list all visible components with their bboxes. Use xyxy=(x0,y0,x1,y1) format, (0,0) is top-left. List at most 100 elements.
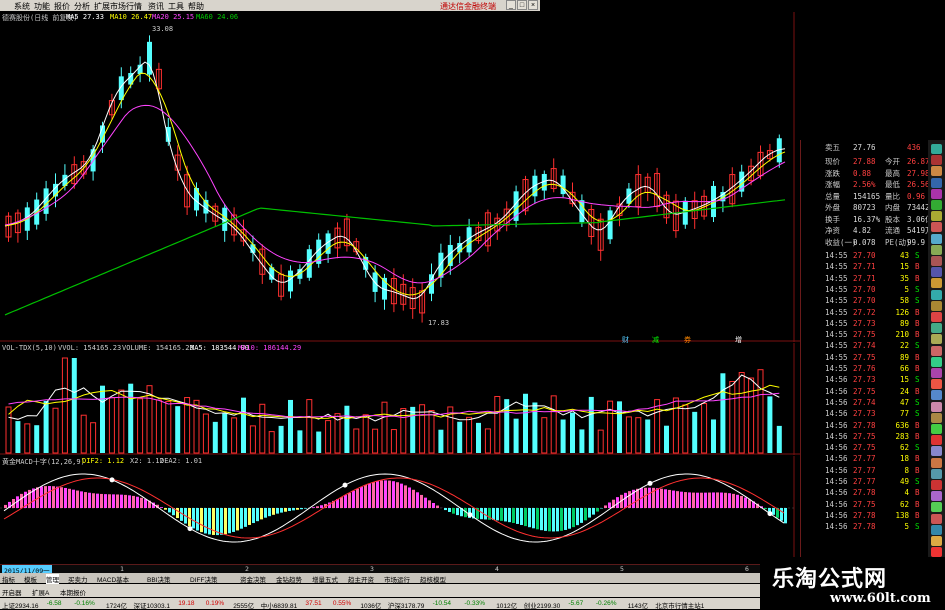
menu-item-extended-market[interactable]: 扩展市场行情 xyxy=(94,1,142,12)
sidebar-shortcut-icon[interactable] xyxy=(931,166,942,176)
indicator-tab[interactable]: 趋核模型 xyxy=(420,574,446,584)
tick-time: 14:56 xyxy=(825,454,848,464)
minimize-button[interactable]: _ xyxy=(506,0,516,10)
sidebar-shortcut-icon[interactable] xyxy=(931,379,942,389)
sidebar-shortcut-icon[interactable] xyxy=(931,547,942,557)
macd-bar-positive xyxy=(416,492,419,508)
sidebar-shortcut-icon[interactable] xyxy=(931,211,942,221)
macd-cross-marker xyxy=(648,481,653,486)
volume-chart-panel[interactable]: VOL-TDX(5,10) VVOL: 154165.23 VOLUME: 15… xyxy=(0,343,800,455)
period-quote-label[interactable]: 本期报价 xyxy=(60,587,86,597)
indicator-tab[interactable]: 趋主开资 xyxy=(348,574,374,584)
sidebar-shortcut-icon[interactable] xyxy=(931,245,942,255)
sidebar-shortcut-icon[interactable] xyxy=(931,290,942,300)
indicator-tab[interactable]: 增量五式 xyxy=(312,574,338,584)
tick-row: 14:5527.72126B xyxy=(801,308,945,318)
sidebar-shortcut-icon[interactable] xyxy=(931,267,942,277)
sidebar-shortcut-icon[interactable] xyxy=(931,323,942,333)
sidebar-shortcut-icon[interactable] xyxy=(931,458,942,468)
indicator-tab[interactable]: DIFF决策 xyxy=(190,574,217,584)
sidebar-shortcut-icon[interactable] xyxy=(931,536,942,546)
candle-down xyxy=(608,210,613,239)
sidebar-shortcut-icon[interactable] xyxy=(931,301,942,311)
candlestick-chart-panel[interactable]: 德赛股份(日线 前复权) MA5 27.33 MA10 26.47 MA20 2… xyxy=(0,12,800,342)
indicator-tab[interactable]: MACD基本 xyxy=(97,574,129,584)
indicator-tab[interactable]: 资金决策 xyxy=(240,574,266,584)
menu-item-analysis[interactable]: 分析 xyxy=(74,1,90,12)
menu-item-system[interactable]: 系统 xyxy=(14,1,30,12)
sidebar-shortcut-icon[interactable] xyxy=(931,491,942,501)
indicator-tab[interactable]: BBI决策 xyxy=(147,574,170,584)
sidebar-shortcut-icon[interactable] xyxy=(931,424,942,434)
extended-a-label[interactable]: 扩展A xyxy=(32,587,49,597)
maximize-button[interactable]: □ xyxy=(517,0,527,10)
quote-label: 净资 xyxy=(825,226,840,236)
menu-item-tools[interactable]: 工具 xyxy=(168,1,184,12)
tick-row: 14:5527.705S xyxy=(801,285,945,295)
tick-price: 27.72 xyxy=(853,308,876,318)
sidebar-shortcut-icon[interactable] xyxy=(931,480,942,490)
sidebar-shortcut-icon[interactable] xyxy=(931,222,942,232)
sidebar-shortcut-icon[interactable] xyxy=(931,200,942,210)
macd-bar-positive xyxy=(360,487,363,508)
indicator-tab[interactable]: 指标 xyxy=(2,574,15,584)
macd-cross-marker xyxy=(110,477,115,482)
tick-time: 14:55 xyxy=(825,308,848,318)
sidebar-shortcut-icon[interactable] xyxy=(931,368,942,378)
indicator-tab[interactable]: 市场运行 xyxy=(384,574,410,584)
menu-item-quote[interactable]: 报价 xyxy=(54,1,70,12)
quote-label: 卖五 xyxy=(825,143,840,153)
macd-bar-positive xyxy=(636,489,639,508)
indicator-tab[interactable]: 模板 xyxy=(24,574,37,584)
sidebar-shortcut-icon[interactable] xyxy=(931,413,942,423)
sidebar-shortcut-icon[interactable] xyxy=(931,357,942,367)
sidebar-shortcut-icon[interactable] xyxy=(931,155,942,165)
date-mark-3: 3 xyxy=(370,565,374,573)
indicator-tab[interactable]: 买卖力 xyxy=(68,574,88,584)
close-button[interactable]: × xyxy=(528,0,538,10)
tick-side: B xyxy=(915,319,920,329)
macd-chart-panel[interactable]: 黄金MACD十字(12,26,9) DIF2: 1.12 X2: 1.12 DE… xyxy=(0,456,800,564)
sidebar-shortcut-icon[interactable] xyxy=(931,446,942,456)
sidebar-shortcut-icon[interactable] xyxy=(931,390,942,400)
sidebar-shortcut-icon[interactable] xyxy=(931,514,942,524)
indicator-tab[interactable]: 金钻趋势 xyxy=(276,574,302,584)
sidebar-shortcut-icon[interactable] xyxy=(931,278,942,288)
sidebar-shortcut-icon[interactable] xyxy=(931,469,942,479)
sidebar-shortcut-icon[interactable] xyxy=(931,234,942,244)
sidebar-shortcut-icon[interactable] xyxy=(931,502,942,512)
sidebar-shortcut-icon[interactable] xyxy=(931,144,942,154)
tick-price: 27.75 xyxy=(853,353,876,363)
opener-label[interactable]: 开启器 xyxy=(2,587,22,597)
macd-bar-positive xyxy=(656,488,659,508)
macd-bar-positive xyxy=(692,493,695,508)
macd-bar-positive xyxy=(348,493,351,508)
menu-item-function[interactable]: 功能 xyxy=(34,1,50,12)
macd-bar-positive xyxy=(400,484,403,508)
sidebar-shortcut-icon[interactable] xyxy=(931,525,942,535)
sidebar-shortcut-icon[interactable] xyxy=(931,189,942,199)
sidebar-shortcut-icon[interactable] xyxy=(931,346,942,356)
macd-bar-negative xyxy=(296,508,299,510)
sidebar-shortcut-icon[interactable] xyxy=(931,435,942,445)
indicator-tab[interactable]: 管理 xyxy=(46,574,59,584)
tick-volume: 8 xyxy=(887,466,909,476)
volume-bar-up xyxy=(636,418,641,453)
sidebar-shortcut-icon[interactable] xyxy=(931,334,942,344)
sidebar-shortcut-icon[interactable] xyxy=(931,402,942,412)
macd-bar-negative xyxy=(176,508,179,518)
sidebar-shortcut-icon[interactable] xyxy=(931,178,942,188)
tick-volume: 4 xyxy=(887,488,909,498)
volume-bar-down xyxy=(100,386,105,453)
tick-time: 14:56 xyxy=(825,488,848,498)
menu-item-help[interactable]: 帮助 xyxy=(188,1,204,12)
tick-side: B xyxy=(915,454,920,464)
quote-extra-value: 99.9 xyxy=(907,238,925,248)
sidebar-shortcut-icon[interactable] xyxy=(931,256,942,266)
sidebar-shortcut-icon[interactable] xyxy=(931,312,942,322)
macd-bar-negative xyxy=(764,508,767,509)
macd-bar-negative xyxy=(216,508,219,535)
tick-volume: 47 xyxy=(887,398,909,408)
status-item: -5.67 xyxy=(568,600,583,607)
menu-item-news[interactable]: 资讯 xyxy=(148,1,164,12)
